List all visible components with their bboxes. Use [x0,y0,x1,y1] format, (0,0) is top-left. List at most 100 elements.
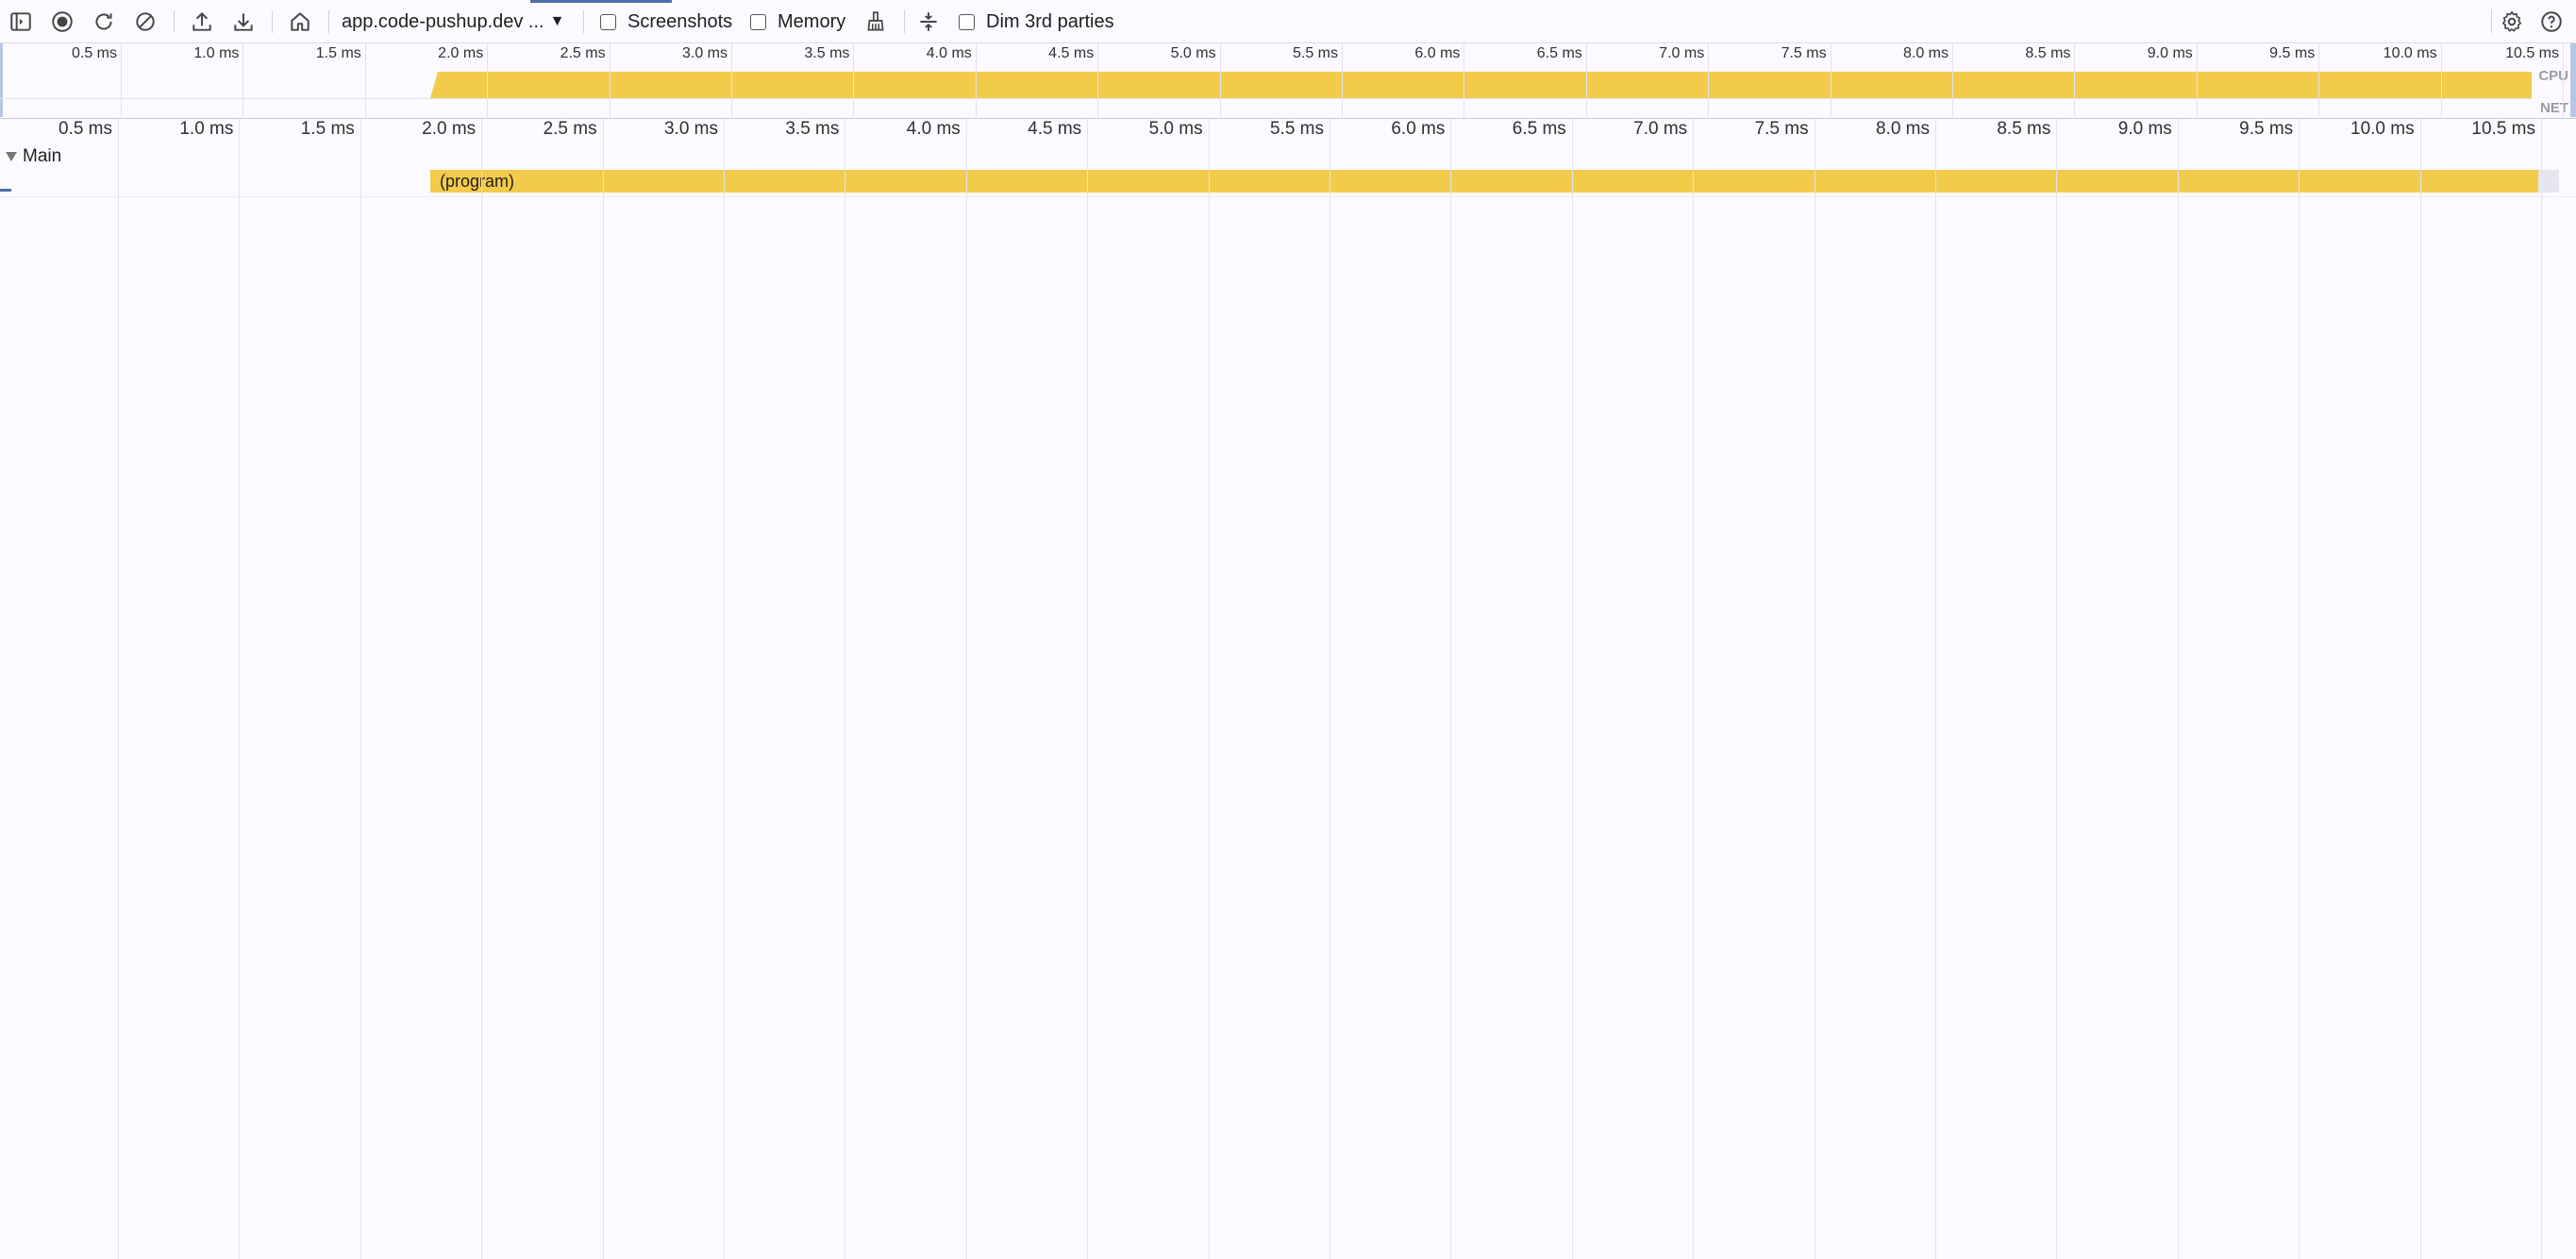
collapse-icon [916,9,941,34]
flame-entry-label: (program) [440,172,514,191]
overview-grid-line [853,43,854,117]
load-profile-button[interactable] [183,0,221,43]
selection-handle-right[interactable] [2570,43,2576,117]
screenshots-checkbox[interactable]: Screenshots [600,0,732,43]
main-track-header[interactable]: Main [0,143,61,170]
main-track-title: Main [23,146,61,167]
collapse-button[interactable] [910,0,947,43]
download-icon [231,9,256,34]
overview-tick-label: 8.5 ms [1999,45,2070,62]
overview-grid-line [2318,43,2319,117]
flame-entry-program[interactable]: (program) [430,170,2538,193]
timeline-grid-line [1087,119,1088,1259]
toolbar: app.code-pushup.dev ... ▼ Screenshots Me… [0,0,2576,43]
overview-grid-line [487,43,488,117]
sidebar-toggle-button[interactable] [2,0,40,43]
dim-third-parties-checkbox[interactable]: Dim 3rd parties [959,0,1114,43]
overview-tick-label: 2.5 ms [534,45,606,62]
overview-grid-line [610,43,611,117]
checkbox-box[interactable] [750,14,766,30]
overview-tick-label: 6.5 ms [1511,45,1582,62]
checkbox-box[interactable] [959,14,975,30]
overview-tick-label: 0.5 ms [45,45,117,62]
checkbox-box[interactable] [600,14,616,30]
overview-tick-label: 5.0 ms [1145,45,1216,62]
timeline-tick-label: 7.5 ms [1728,119,1809,140]
overview-tick-label: 6.0 ms [1388,45,1460,62]
overview-tick-label: 10.5 ms [2487,45,2559,62]
reload-button[interactable] [85,0,123,43]
timeline-tick-label: 9.0 ms [2091,119,2172,140]
timeline-overview[interactable]: CPU NET 0.5 ms1.0 ms1.5 ms2.0 ms2.5 ms3.… [0,43,2576,119]
target-select[interactable]: app.code-pushup.dev ... ▼ [342,0,564,43]
timeline-tick-label: 5.0 ms [1122,119,1203,140]
timeline-tick-label: 0.5 ms [31,119,112,140]
overview-tick-label: 7.0 ms [1632,45,1704,62]
timeline-tick-label: 4.0 ms [879,119,961,140]
timeline-grid-line [1209,119,1210,1259]
overview-tick-label: 1.0 ms [167,45,239,62]
overview-grid-line [1831,43,1832,117]
reload-icon [92,9,116,34]
overview-tick-label: 3.5 ms [778,45,849,62]
overview-tick-label: 9.5 ms [2243,45,2315,62]
chevron-down-icon: ▼ [550,13,565,30]
triangle-down-icon[interactable] [6,152,17,161]
timeline-grid-line [360,119,361,1259]
timeline-grid-line [2541,119,2542,1259]
save-profile-button[interactable] [225,0,262,43]
memory-checkbox[interactable]: Memory [750,0,845,43]
cpu-label: CPU [2538,68,2568,84]
garbage-collect-button[interactable] [857,0,895,43]
timeline-tick-label: 8.0 ms [1848,119,1930,140]
overview-grid-line [121,43,122,117]
memory-label: Memory [778,11,845,33]
overview-grid-line [1708,43,1709,117]
overview-grid-line [1952,43,1953,117]
track-border [0,196,2576,197]
screenshots-label: Screenshots [627,11,732,33]
timeline-grid-line [2178,119,2179,1259]
overview-tick-label: 7.5 ms [1755,45,1827,62]
separator [272,10,273,33]
overview-tick-label: 9.0 ms [2121,45,2193,62]
sidebar-toggle-icon [8,9,33,34]
help-button[interactable] [2533,0,2570,43]
timeline-grid-line [2420,119,2421,1259]
overview-tick-label: 3.0 ms [656,45,728,62]
record-button[interactable] [43,0,81,43]
timeline-grid-line [724,119,725,1259]
timeline-tick-label: 9.5 ms [2212,119,2293,140]
timeline-grid-line [1450,119,1451,1259]
overview-tick-label: 4.0 ms [900,45,972,62]
clear-icon [133,9,158,34]
track-marker [0,189,11,192]
overview-tick-label: 8.0 ms [1877,45,1949,62]
separator [2491,10,2492,33]
target-select-label: app.code-pushup.dev ... [342,11,544,33]
upload-icon [190,9,214,34]
home-icon [288,9,312,34]
timeline-tick-label: 7.0 ms [1606,119,1687,140]
overview-grid-line [1220,43,1221,117]
timeline-grid-line [603,119,604,1259]
broom-icon [863,9,888,34]
overview-tick-label: 10.0 ms [2366,45,2437,62]
timeline-grid-line [966,119,967,1259]
timeline-tick-label: 3.5 ms [758,119,839,140]
overview-grid-line [2074,43,2075,117]
home-button[interactable] [281,0,319,43]
dim-third-parties-label: Dim 3rd parties [986,11,1114,33]
timeline-tick-label: 10.0 ms [2333,119,2415,140]
overview-grid-line [2197,43,2198,117]
timeline-tick-label: 1.5 ms [274,119,355,140]
overview-grid-line [976,43,977,117]
timeline-tick-label: 8.5 ms [1969,119,2050,140]
timeline-tick-label: 5.5 ms [1243,119,1324,140]
timeline-tick-label: 2.0 ms [394,119,476,140]
clear-button[interactable] [126,0,164,43]
settings-button[interactable] [2493,0,2531,43]
timeline-tick-label: 4.5 ms [1000,119,1081,140]
timeline-ruler: 0.5 ms1.0 ms1.5 ms2.0 ms2.5 ms3.0 ms3.5 … [0,119,2576,143]
timeline-grid-line [118,119,119,1259]
